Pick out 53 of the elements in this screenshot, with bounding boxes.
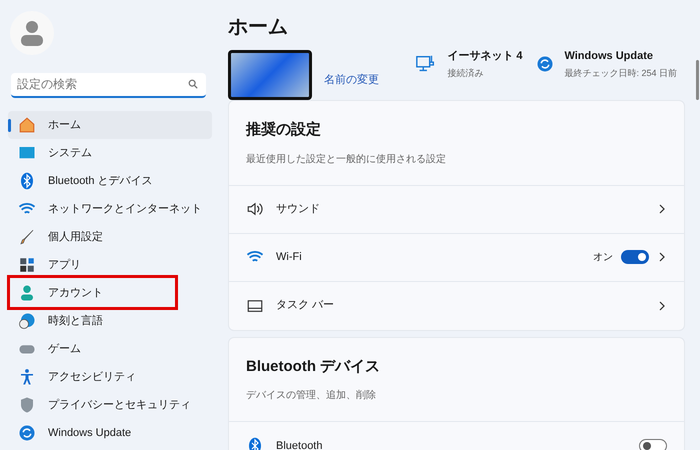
- settings-row[interactable]: サウンド: [229, 186, 684, 234]
- nav-item[interactable]: ゲーム: [8, 335, 212, 363]
- nav-item[interactable]: ネットワークとインターネット: [8, 195, 212, 223]
- row-label: Bluetooth: [276, 438, 322, 450]
- status-subtitle: 最終チェック日時: 254 日前: [564, 66, 677, 80]
- card-subtitle: 最近使用した設定と一般的に使用される設定: [246, 152, 447, 166]
- settings-row[interactable]: タスク バー: [229, 282, 684, 330]
- person-icon: [18, 284, 36, 302]
- toggle-switch[interactable]: [621, 250, 649, 264]
- nav-item[interactable]: 時刻と言語: [8, 307, 212, 335]
- nav-item[interactable]: ホーム: [8, 111, 212, 139]
- toggle-switch[interactable]: [639, 439, 667, 450]
- toggle-state: オン: [593, 250, 613, 264]
- rename-link[interactable]: 名前の変更: [324, 72, 379, 88]
- update-icon: [536, 55, 554, 73]
- settings-row[interactable]: Bluetooth: [229, 422, 684, 450]
- card-title: Bluetooth デバイス: [246, 356, 382, 376]
- nav-item[interactable]: アプリ: [8, 251, 212, 279]
- avatar[interactable]: [10, 11, 54, 55]
- chevron-right-icon: [657, 252, 667, 262]
- accessibility-icon: [18, 368, 36, 386]
- nav-item[interactable]: Bluetooth とデバイス: [8, 167, 212, 195]
- bluetooth-icon: [18, 172, 36, 190]
- settings-row[interactable]: Wi-Fi オン: [229, 234, 684, 282]
- card-title: 推奨の設定: [246, 120, 322, 140]
- selection-indicator: [8, 119, 11, 132]
- chevron-right-icon: [657, 300, 667, 310]
- status-title: Windows Update: [564, 49, 654, 64]
- speaker-icon: [246, 200, 264, 218]
- page-title: ホーム: [228, 15, 289, 40]
- update-icon: [18, 424, 36, 442]
- brush-icon: [18, 228, 36, 246]
- nav-item[interactable]: システム: [8, 139, 212, 167]
- row-label: サウンド: [276, 202, 320, 217]
- apps-icon: [18, 256, 36, 274]
- search-icon: [188, 79, 198, 89]
- nav-item[interactable]: Windows Update: [8, 419, 212, 447]
- card-subtitle: デバイスの管理、追加、削除: [246, 388, 377, 403]
- nav-item[interactable]: アクセシビリティ: [8, 363, 212, 391]
- status-subtitle: 接続済み: [447, 66, 484, 80]
- globe-clock-icon: [18, 312, 36, 330]
- person-silhouette-icon: [20, 20, 44, 46]
- nav-item[interactable]: 個人用設定: [8, 223, 212, 251]
- house-icon: [18, 116, 36, 134]
- row-label: Wi-Fi: [276, 250, 302, 265]
- scrollbar: [696, 60, 699, 100]
- shield-icon: [18, 396, 36, 414]
- chevron-right-icon: [657, 204, 667, 214]
- nav-item[interactable]: アカウント: [8, 279, 212, 307]
- nav-item[interactable]: プライバシーとセキュリティ: [8, 391, 212, 419]
- status-title: イーサネット 4: [447, 49, 522, 64]
- row-label: タスク バー: [276, 298, 334, 314]
- search-field[interactable]: 設定の検索: [11, 72, 206, 98]
